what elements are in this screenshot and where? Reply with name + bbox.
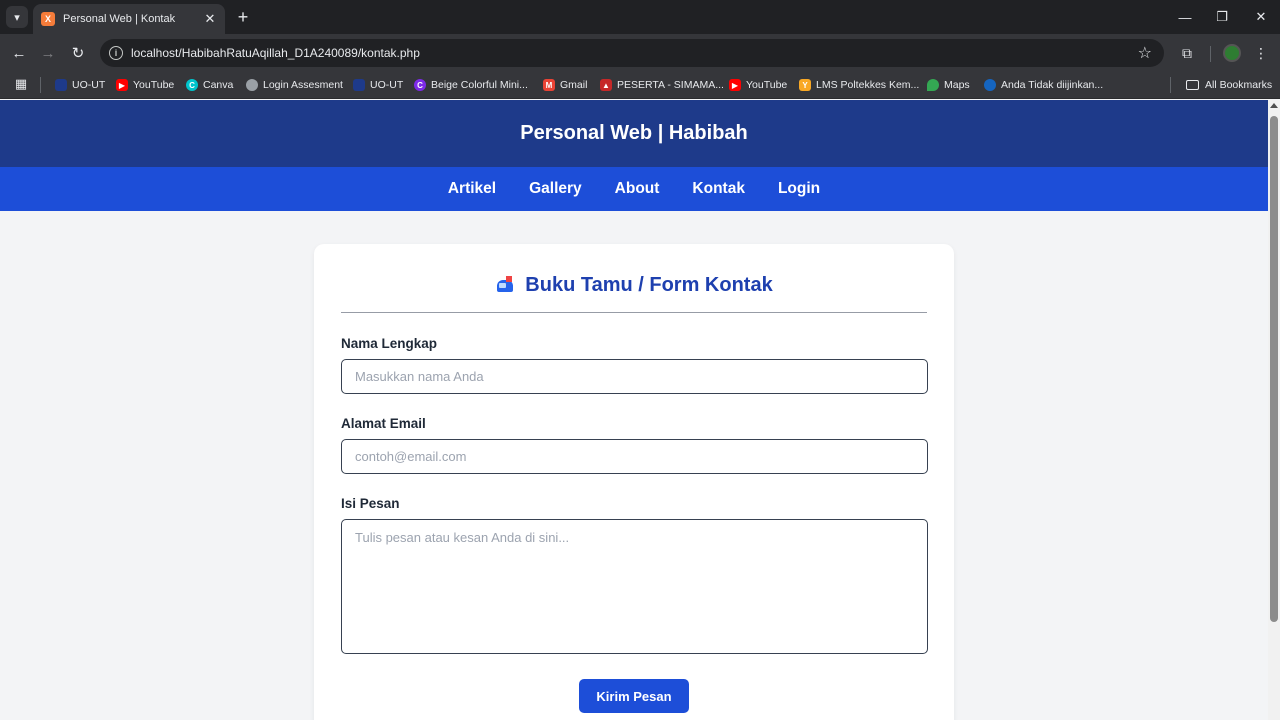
extensions-icon[interactable]: ⧉ <box>1177 43 1197 63</box>
bookmark-label: PESERTA - SIMAMA... <box>617 79 724 91</box>
nav-link-about[interactable]: About <box>615 180 660 198</box>
bookmark-item[interactable]: Login Assesment <box>246 76 343 94</box>
back-icon[interactable]: ← <box>8 42 30 64</box>
bookmark-label: Beige Colorful Mini... <box>431 79 528 91</box>
apps-grid-icon[interactable]: ▦ <box>14 76 28 91</box>
contact-form-card: Buku Tamu / Form Kontak Nama Lengkap Ala… <box>314 244 954 720</box>
browser-tab-active[interactable]: X Personal Web | Kontak ✕ <box>33 4 225 34</box>
bookmark-label: UO-UT <box>370 79 404 91</box>
bookmark-item[interactable]: C Canva <box>186 76 233 94</box>
send-message-button[interactable]: Kirim Pesan <box>579 679 689 713</box>
bookmark-item[interactable]: C Beige Colorful Mini... <box>414 76 528 94</box>
bookmarks-divider <box>40 77 41 93</box>
browser-tab-strip: ▾ X Personal Web | Kontak ✕ + — ❐ ✕ <box>0 0 1280 34</box>
bookmark-label: LMS Poltekkes Kem... <box>816 79 920 91</box>
message-textarea[interactable] <box>341 519 928 654</box>
bookmark-item[interactable]: UO-UT <box>353 76 403 94</box>
bookmark-item[interactable]: Anda Tidak diijinkan... <box>984 76 1103 94</box>
bookmark-item[interactable]: Maps <box>927 76 970 94</box>
canva-icon: C <box>186 79 198 91</box>
message-label: Isi Pesan <box>341 496 400 511</box>
bookmark-label: Canva <box>203 79 234 91</box>
nav-link-login[interactable]: Login <box>778 180 820 198</box>
scrollbar-thumb[interactable] <box>1270 116 1278 622</box>
tab-title: Personal Web | Kontak <box>63 13 176 25</box>
bookmark-item[interactable]: ▶ YouTube <box>116 76 174 94</box>
close-window-icon[interactable]: ✕ <box>1246 6 1276 28</box>
site-info-icon[interactable]: i <box>109 46 123 60</box>
bookmark-item[interactable]: UO-UT <box>55 76 105 94</box>
menu-kebab-icon[interactable]: ⋮ <box>1251 43 1271 63</box>
name-input[interactable] <box>341 359 928 394</box>
bookmark-label: Maps <box>944 79 970 91</box>
globe-icon <box>246 79 258 91</box>
bookmarks-divider <box>1170 77 1171 93</box>
youtube-icon: ▶ <box>729 79 741 91</box>
canva-icon: C <box>414 79 426 91</box>
bookmark-label: Login Assesment <box>263 79 343 91</box>
submit-wrapper: Kirim Pesan <box>341 679 927 713</box>
site-nav: Artikel Gallery About Kontak Login <box>0 167 1268 211</box>
site-title: Personal Web | Habibah <box>520 122 748 144</box>
form-heading: Buku Tamu / Form Kontak <box>341 272 927 298</box>
bookmark-star-icon[interactable]: ☆ <box>1138 43 1152 63</box>
close-tab-icon[interactable]: ✕ <box>203 11 217 27</box>
youtube-icon: ▶ <box>116 79 128 91</box>
heading-divider <box>341 312 927 313</box>
forward-icon[interactable]: → <box>37 42 59 64</box>
nav-link-gallery[interactable]: Gallery <box>529 180 582 198</box>
bookmark-label: UO-UT <box>72 79 106 91</box>
email-label: Alamat Email <box>341 416 426 431</box>
mailbox-icon <box>495 276 515 294</box>
bookmark-item[interactable]: M Gmail <box>543 76 587 94</box>
minimize-icon[interactable]: — <box>1170 6 1200 28</box>
tab-search-dropdown-icon[interactable]: ▾ <box>6 6 28 28</box>
kemdikbud-icon <box>984 79 996 91</box>
new-tab-icon[interactable]: + <box>233 7 253 27</box>
browser-toolbar: ← → ↻ i localhost/HabibahRatuAqillah_D1A… <box>0 34 1280 71</box>
bookmarks-bar: ▦ UO-UT ▶ YouTube C Canva Login Assesmen… <box>0 71 1280 99</box>
bookmark-label: Anda Tidak diijinkan... <box>1001 79 1104 91</box>
bookmark-item[interactable]: Y LMS Poltekkes Kem... <box>799 76 919 94</box>
page-scrollbar[interactable] <box>1268 100 1280 720</box>
email-input[interactable] <box>341 439 928 474</box>
maps-icon <box>927 79 939 91</box>
all-bookmarks-label: All Bookmarks <box>1205 79 1273 91</box>
toolbar-divider <box>1210 46 1211 62</box>
nav-link-kontak[interactable]: Kontak <box>692 180 745 198</box>
nav-link-artikel[interactable]: Artikel <box>448 180 496 198</box>
profile-avatar[interactable] <box>1223 44 1241 62</box>
url-text[interactable]: localhost/HabibahRatuAqillah_D1A240089/k… <box>131 46 1138 60</box>
reload-icon[interactable]: ↻ <box>67 42 89 64</box>
all-bookmarks-button[interactable]: All Bookmarks <box>1186 76 1272 94</box>
xampp-icon: X <box>41 12 55 26</box>
form-title: Buku Tamu / Form Kontak <box>525 273 773 296</box>
folder-icon <box>1186 80 1199 90</box>
lms-icon: Y <box>799 79 811 91</box>
ut-icon <box>55 79 67 91</box>
site-header: Personal Web | Habibah <box>0 100 1268 167</box>
page-viewport: Personal Web | Habibah Artikel Gallery A… <box>0 100 1268 720</box>
simama-icon: ▲ <box>600 79 612 91</box>
bookmark-item[interactable]: ▲ PESERTA - SIMAMA... <box>600 76 724 94</box>
bookmark-label: Gmail <box>560 79 588 91</box>
gmail-icon: M <box>543 79 555 91</box>
address-bar[interactable]: i localhost/HabibahRatuAqillah_D1A240089… <box>100 39 1164 67</box>
bookmark-item[interactable]: ▶ YouTube <box>729 76 787 94</box>
bookmark-label: YouTube <box>133 79 175 91</box>
ut-icon <box>353 79 365 91</box>
bookmark-label: YouTube <box>746 79 788 91</box>
restore-icon[interactable]: ❐ <box>1207 6 1237 28</box>
scroll-up-arrow-icon[interactable] <box>1270 103 1278 108</box>
name-label: Nama Lengkap <box>341 336 438 351</box>
